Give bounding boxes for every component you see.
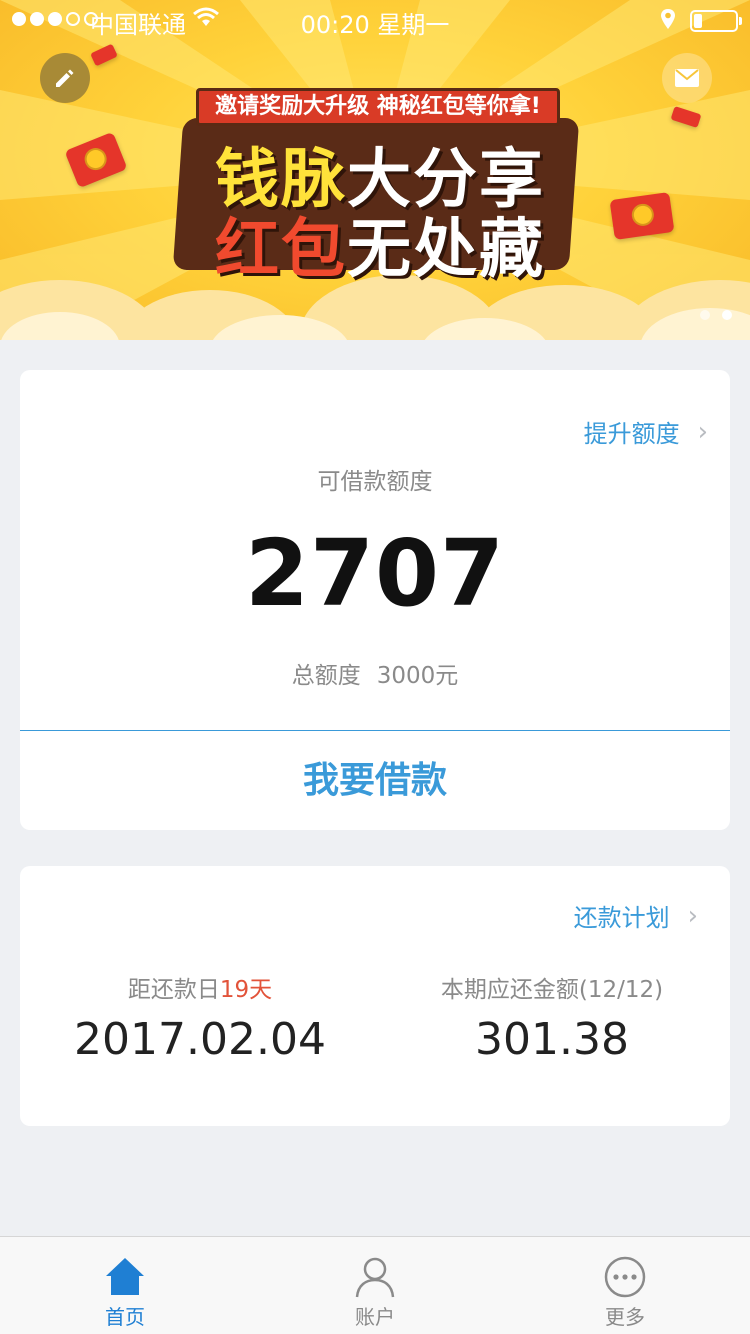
- tab-more-label: 更多: [605, 1305, 645, 1329]
- total-limit-label: 总额度: [291, 663, 361, 689]
- red-envelope-icon: [609, 192, 675, 240]
- clock: 00:20 星期一: [300, 11, 450, 39]
- total-limit: 总额度 3000元: [20, 656, 730, 690]
- borrow-button[interactable]: 我要借款: [20, 731, 730, 830]
- banner-ribbon: 邀请奖励大升级 神秘红包等你拿!: [196, 88, 560, 126]
- available-limit-value: 2707: [244, 520, 506, 627]
- tab-account-label: 账户: [355, 1305, 395, 1329]
- chevron-right-icon: ›: [697, 416, 708, 447]
- raise-limit-link[interactable]: 提升额度 ›: [584, 414, 708, 449]
- chevron-right-icon: ›: [687, 900, 698, 931]
- banner-title-part: 无处藏: [347, 213, 545, 287]
- available-limit-label: 可借款额度: [317, 469, 433, 495]
- tab-more[interactable]: 更多: [565, 1237, 685, 1334]
- repayment-plan-label: 还款计划: [573, 904, 670, 932]
- envelope-icon: [675, 69, 699, 87]
- banner-page-indicator[interactable]: [700, 310, 732, 320]
- home-icon: [106, 1258, 144, 1295]
- more-icon: [604, 1256, 646, 1298]
- raise-limit-label: 提升额度: [583, 420, 680, 448]
- repayment-plan-link[interactable]: 还款计划 ›: [574, 898, 698, 933]
- messages-button[interactable]: [662, 53, 712, 103]
- location-icon: [661, 9, 675, 29]
- status-bar: 中国联通 00:20 星期一: [0, 0, 750, 40]
- amount-due-value: 301.38: [475, 1014, 629, 1065]
- due-date-value: 2017.02.04: [74, 1014, 326, 1065]
- page-dot[interactable]: [700, 310, 710, 320]
- tab-bar: 首页 账户 更多: [0, 1236, 750, 1334]
- pencil-icon: [56, 69, 74, 87]
- tab-home[interactable]: 首页: [65, 1237, 185, 1334]
- tab-home-label: 首页: [105, 1305, 145, 1329]
- amount-due-label: 本期应还金额(12/12): [440, 977, 664, 1003]
- banner-title-part: 红包: [215, 213, 347, 287]
- edit-button[interactable]: [40, 53, 90, 103]
- due-label-text: 距还款日: [127, 977, 220, 1003]
- user-icon: [355, 1257, 395, 1298]
- due-date-column: 距还款日19天 2017.02.04: [60, 970, 340, 1065]
- due-days: 19天: [219, 977, 273, 1003]
- page-dot-active[interactable]: [722, 310, 732, 320]
- total-limit-value: 3000元: [376, 663, 459, 689]
- tab-account[interactable]: 账户: [315, 1237, 435, 1334]
- amount-due-column: 本期应还金额(12/12) 301.38: [402, 970, 702, 1065]
- due-date-label: 距还款日19天: [60, 970, 340, 1004]
- repayment-card: 还款计划 › 距还款日19天 2017.02.04 本期应还金额(12/12) …: [20, 866, 730, 1126]
- promo-banner[interactable]: 邀请奖励大升级 神秘红包等你拿! 钱脉大分享 红包无处藏: [0, 0, 750, 340]
- banner-title-line-2: 红包无处藏: [190, 198, 570, 290]
- credit-limit-card: 提升额度 › 可借款额度 2707 总额度 3000元 我要借款: [20, 370, 730, 830]
- battery-icon: [690, 10, 742, 32]
